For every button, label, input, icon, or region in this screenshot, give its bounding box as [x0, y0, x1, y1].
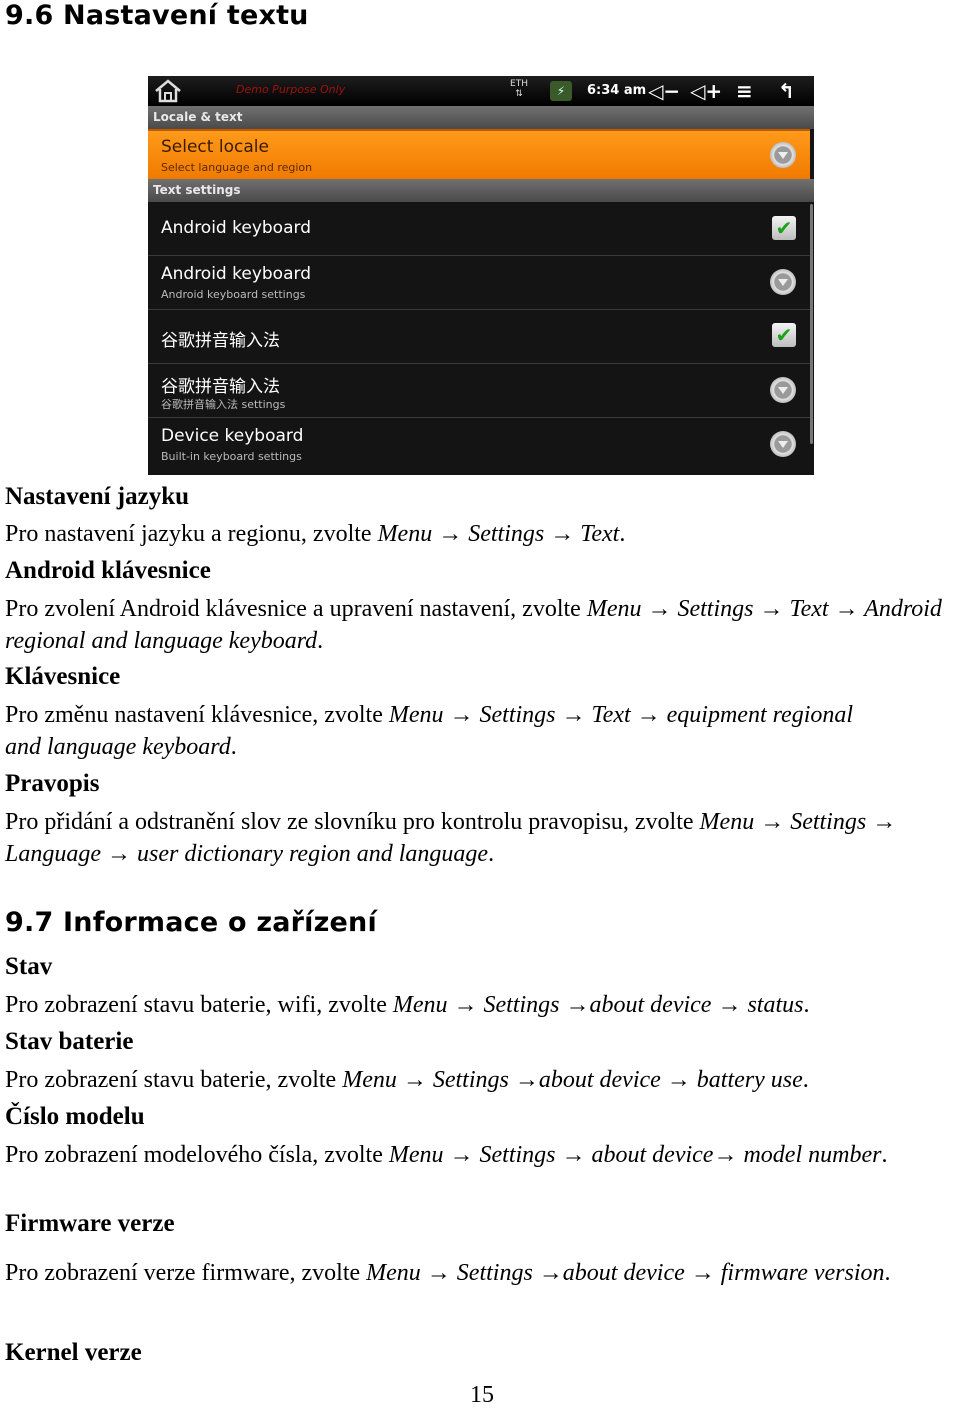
scrollbar[interactable]: [810, 204, 813, 444]
setting-select-locale[interactable]: Select locale Select language and region: [148, 129, 810, 181]
menu-path: Menu → Settings →about device → firmware…: [366, 1260, 885, 1286]
setting-summary: Select language and region: [161, 161, 313, 174]
paragraph: Pro nastavení jazyku a regionu, zvolte M…: [5, 521, 626, 547]
paragraph: Pro přidání a odstranění slov ze slovník…: [5, 809, 897, 867]
chevron-down-icon[interactable]: [770, 431, 796, 457]
subheading: Android klávesnice: [5, 557, 211, 584]
setting-google-pinyin-settings[interactable]: 谷歌拼音输入法 谷歌拼音输入法 settings: [148, 364, 810, 418]
android-settings-screenshot: Demo Purpose Only ETH ⇅ ⚡ 6:34 am ◁− ◁+ …: [148, 76, 814, 475]
battery-charging-icon: ⚡: [550, 81, 572, 101]
volume-down-icon[interactable]: ◁−: [648, 79, 680, 103]
status-bar: Demo Purpose Only ETH ⇅ ⚡ 6:34 am ◁− ◁+ …: [148, 76, 814, 106]
demo-watermark: Demo Purpose Only: [236, 83, 346, 96]
menu-icon[interactable]: ≡: [736, 79, 753, 103]
back-icon[interactable]: ↰: [778, 79, 795, 103]
setting-summary: Built-in keyboard settings: [161, 450, 302, 463]
clock: 6:34 am: [587, 83, 647, 98]
category-text-settings: Text settings: [148, 179, 814, 202]
subheading: Nastavení jazyku: [5, 483, 190, 510]
setting-device-keyboard[interactable]: Device keyboard Built-in keyboard settin…: [148, 418, 810, 475]
home-icon[interactable]: [153, 78, 183, 104]
setting-summary: Android keyboard settings: [161, 288, 306, 301]
menu-path: Menu → Settings →about device → battery …: [342, 1067, 803, 1093]
chevron-down-icon[interactable]: [770, 377, 796, 403]
setting-android-keyboard-settings[interactable]: Android keyboard Android keyboard settin…: [148, 256, 810, 310]
checkbox-checked-icon[interactable]: ✔: [772, 323, 796, 347]
paragraph: Pro zobrazení verze firmware, zvolte Men…: [5, 1260, 891, 1286]
subheading: Klávesnice: [5, 663, 121, 690]
page-number: 15: [470, 1382, 494, 1408]
setting-title: Android keyboard: [161, 218, 311, 238]
setting-title: Android keyboard: [161, 264, 311, 284]
setting-title: 谷歌拼音输入法: [161, 331, 280, 351]
subheading: Firmware verze: [5, 1210, 175, 1237]
menu-path: Menu → Settings →about device → status: [392, 992, 804, 1018]
setting-title: 谷歌拼音输入法: [161, 377, 280, 397]
paragraph: Pro zvolení Android klávesnice a upraven…: [5, 596, 942, 654]
section-title: 9.6 Nastavení textu: [5, 0, 309, 31]
paragraph: Pro zobrazení stavu baterie, zvolte Menu…: [5, 1067, 809, 1093]
subheading: Číslo modelu: [5, 1103, 145, 1130]
chevron-down-icon[interactable]: [770, 142, 796, 168]
subheading: Stav: [5, 953, 53, 980]
setting-title: Select locale: [161, 137, 269, 157]
menu-path: Menu → Settings → Text: [377, 521, 620, 547]
subheading: Pravopis: [5, 770, 100, 797]
setting-summary: 谷歌拼音输入法 settings: [161, 398, 286, 411]
subheading: Stav baterie: [5, 1028, 134, 1055]
setting-android-keyboard-toggle[interactable]: Android keyboard ✔: [148, 202, 810, 256]
section-title: 9.7 Informace o zařízení: [5, 907, 377, 938]
chevron-down-icon[interactable]: [770, 269, 796, 295]
ethernet-icon: ETH ⇅: [510, 79, 528, 99]
category-locale-text: Locale & text: [148, 106, 814, 129]
subheading: Kernel verze: [5, 1339, 142, 1366]
setting-google-pinyin-toggle[interactable]: 谷歌拼音输入法 ✔: [148, 310, 810, 364]
menu-path: Menu → Settings → about device→ model nu…: [388, 1142, 882, 1168]
checkbox-checked-icon[interactable]: ✔: [772, 216, 796, 240]
volume-up-icon[interactable]: ◁+: [690, 79, 722, 103]
paragraph: Pro zobrazení stavu baterie, wifi, zvolt…: [5, 992, 810, 1018]
setting-title: Device keyboard: [161, 426, 304, 446]
paragraph: Pro zobrazení modelového čísla, zvolte M…: [5, 1142, 888, 1168]
paragraph: Pro změnu nastavení klávesnice, zvolte M…: [5, 702, 854, 760]
